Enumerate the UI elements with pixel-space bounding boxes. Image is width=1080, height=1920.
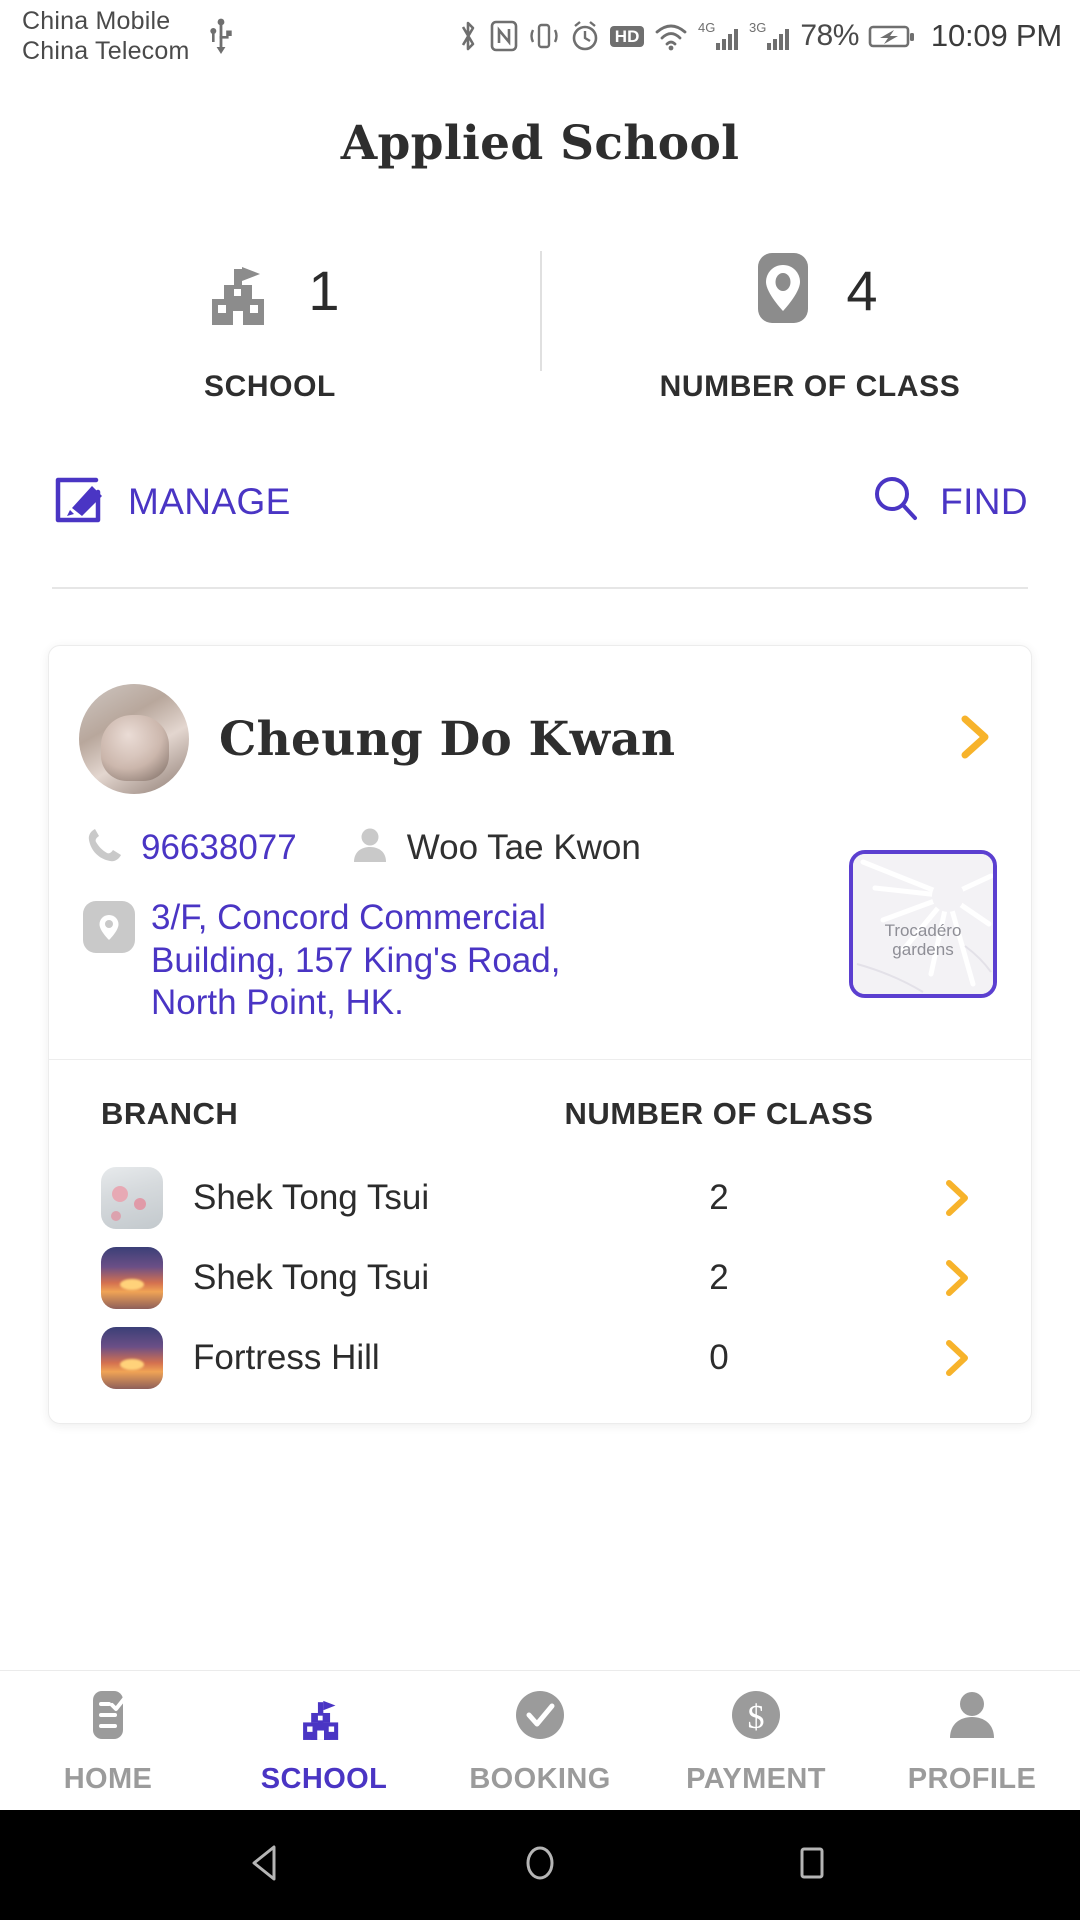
location-pin-icon bbox=[83, 901, 135, 953]
address-row: 3/F, Concord Commercial Building, 157 Ki… bbox=[83, 897, 831, 1025]
map-thumbnail[interactable]: Trocadéro gardens bbox=[849, 850, 997, 998]
stat-class-value: 4 bbox=[846, 258, 878, 322]
battery-charging-icon bbox=[868, 19, 916, 53]
svg-text:$: $ bbox=[748, 1699, 765, 1736]
status-bar: China Mobile China Telecom HD 4G 3G 78% … bbox=[0, 0, 1080, 72]
stat-class-count: 4 NUMBER OF CLASS bbox=[540, 245, 1080, 404]
branch-class-count: 2 bbox=[709, 1178, 729, 1218]
branch-name: Fortress Hill bbox=[193, 1338, 380, 1378]
nav-label-school: SCHOOL bbox=[260, 1762, 388, 1795]
phone-number: 96638077 bbox=[141, 827, 297, 867]
check-circle-icon bbox=[511, 1686, 569, 1749]
alarm-icon bbox=[569, 19, 601, 53]
column-header-class-count: NUMBER OF CLASS bbox=[564, 1096, 874, 1132]
find-button[interactable]: FIND bbox=[870, 473, 1028, 530]
nav-item-booking[interactable]: BOOKING bbox=[432, 1686, 648, 1796]
stat-school: 1 SCHOOL bbox=[0, 245, 540, 404]
svg-text:4G: 4G bbox=[698, 20, 715, 35]
home-circle-icon[interactable] bbox=[514, 1837, 566, 1894]
usb-icon bbox=[208, 18, 234, 54]
school-card[interactable]: Cheung Do Kwan 96638077 Woo Tae Kwon 3/F… bbox=[48, 645, 1032, 1425]
section-divider bbox=[52, 587, 1028, 589]
dollar-circle-icon: $ bbox=[727, 1686, 785, 1749]
contact-person-item: Woo Tae Kwon bbox=[349, 824, 641, 871]
stat-school-label: SCHOOL bbox=[204, 370, 336, 403]
nav-label-home: HOME bbox=[63, 1762, 153, 1795]
school-card-body: 96638077 Woo Tae Kwon 3/F, Concord Comme… bbox=[49, 824, 1031, 1059]
branch-table-header: BRANCH NUMBER OF CLASS bbox=[49, 1060, 1031, 1158]
page-title: Applied School bbox=[340, 116, 740, 171]
stats-divider bbox=[540, 251, 542, 371]
find-label: FIND bbox=[940, 480, 1028, 522]
chevron-right-icon[interactable] bbox=[953, 709, 997, 770]
blossom-thumbnail bbox=[101, 1167, 163, 1230]
school-building-icon bbox=[295, 1686, 353, 1749]
person-icon bbox=[943, 1686, 1001, 1749]
carrier-names: China Mobile China Telecom bbox=[22, 6, 190, 67]
branch-name: Shek Tong Tsui bbox=[193, 1258, 430, 1298]
recents-square-icon[interactable] bbox=[786, 1837, 838, 1894]
nfc-icon bbox=[489, 19, 519, 53]
map-label: Trocadéro gardens bbox=[884, 920, 962, 960]
carrier-line-1: China Mobile bbox=[22, 6, 171, 35]
address-text: 3/F, Concord Commercial Building, 157 Ki… bbox=[151, 898, 561, 1023]
school-card-header[interactable]: Cheung Do Kwan bbox=[49, 646, 1031, 824]
svg-text:3G: 3G bbox=[749, 20, 766, 35]
status-clock: 10:09 PM bbox=[930, 18, 1062, 53]
nav-label-profile: PROFILE bbox=[907, 1762, 1037, 1795]
branch-class-count: 2 bbox=[709, 1258, 729, 1298]
branch-name: Shek Tong Tsui bbox=[193, 1178, 430, 1218]
nav-item-home[interactable]: HOME bbox=[0, 1686, 216, 1796]
manage-button[interactable]: MANAGE bbox=[52, 470, 291, 533]
sunset-thumbnail bbox=[101, 1247, 163, 1310]
bluetooth-icon bbox=[456, 19, 480, 53]
stat-class-label: NUMBER OF CLASS bbox=[659, 370, 961, 403]
stats-row: 1 SCHOOL 4 NUMBER OF CLASS bbox=[0, 245, 1080, 404]
table-row[interactable]: Shek Tong Tsui 2 bbox=[49, 1238, 1031, 1318]
contact-person-name: Woo Tae Kwon bbox=[406, 827, 641, 867]
phone-item[interactable]: 96638077 bbox=[83, 824, 297, 871]
chevron-right-icon[interactable] bbox=[917, 1175, 997, 1221]
column-header-branch: BRANCH bbox=[101, 1096, 239, 1132]
school-name: Cheung Do Kwan bbox=[219, 711, 676, 767]
school-contact-info: 96638077 Woo Tae Kwon 3/F, Concord Comme… bbox=[83, 824, 831, 1025]
status-icons: HD 4G 3G 78% 10:09 PM bbox=[456, 18, 1062, 54]
android-navigation-bar bbox=[0, 1810, 1080, 1920]
stat-school-value: 1 bbox=[308, 258, 340, 322]
hd-badge: HD bbox=[609, 25, 645, 47]
school-building-icon bbox=[200, 245, 286, 336]
search-icon bbox=[870, 473, 922, 530]
chevron-right-icon[interactable] bbox=[917, 1335, 997, 1381]
person-icon bbox=[349, 824, 391, 871]
map-pin-icon bbox=[742, 245, 824, 336]
home-list-icon bbox=[81, 1686, 135, 1749]
bottom-navigation: HOME SCHOOL BOOKING $ PAYMENT PROFILE bbox=[0, 1670, 1080, 1810]
chevron-right-icon[interactable] bbox=[917, 1255, 997, 1301]
action-row: MANAGE FIND bbox=[0, 470, 1080, 533]
battery-percent: 78% bbox=[800, 19, 859, 52]
nav-item-profile[interactable]: PROFILE bbox=[864, 1686, 1080, 1796]
nav-item-payment[interactable]: $ PAYMENT bbox=[648, 1686, 864, 1796]
signal-4g-icon: 4G bbox=[698, 19, 740, 53]
nav-label-booking: BOOKING bbox=[469, 1762, 611, 1795]
back-triangle-icon[interactable] bbox=[242, 1837, 294, 1894]
manage-label: MANAGE bbox=[128, 480, 291, 522]
wifi-icon bbox=[653, 19, 689, 53]
nav-label-payment: PAYMENT bbox=[686, 1762, 826, 1795]
contact-row: 96638077 Woo Tae Kwon bbox=[83, 824, 831, 871]
phone-icon bbox=[83, 824, 125, 871]
table-row[interactable]: Fortress Hill 0 bbox=[49, 1318, 1031, 1423]
branch-class-count: 0 bbox=[709, 1338, 729, 1378]
signal-3g-icon: 3G bbox=[749, 19, 791, 53]
edit-pencil-icon bbox=[52, 470, 110, 533]
carrier-line-2: China Telecom bbox=[22, 37, 190, 65]
sunset-thumbnail bbox=[101, 1327, 163, 1390]
avatar bbox=[79, 684, 189, 794]
table-row[interactable]: Shek Tong Tsui 2 bbox=[49, 1158, 1031, 1238]
vibrate-icon bbox=[528, 19, 560, 53]
nav-item-school[interactable]: SCHOOL bbox=[216, 1686, 432, 1796]
